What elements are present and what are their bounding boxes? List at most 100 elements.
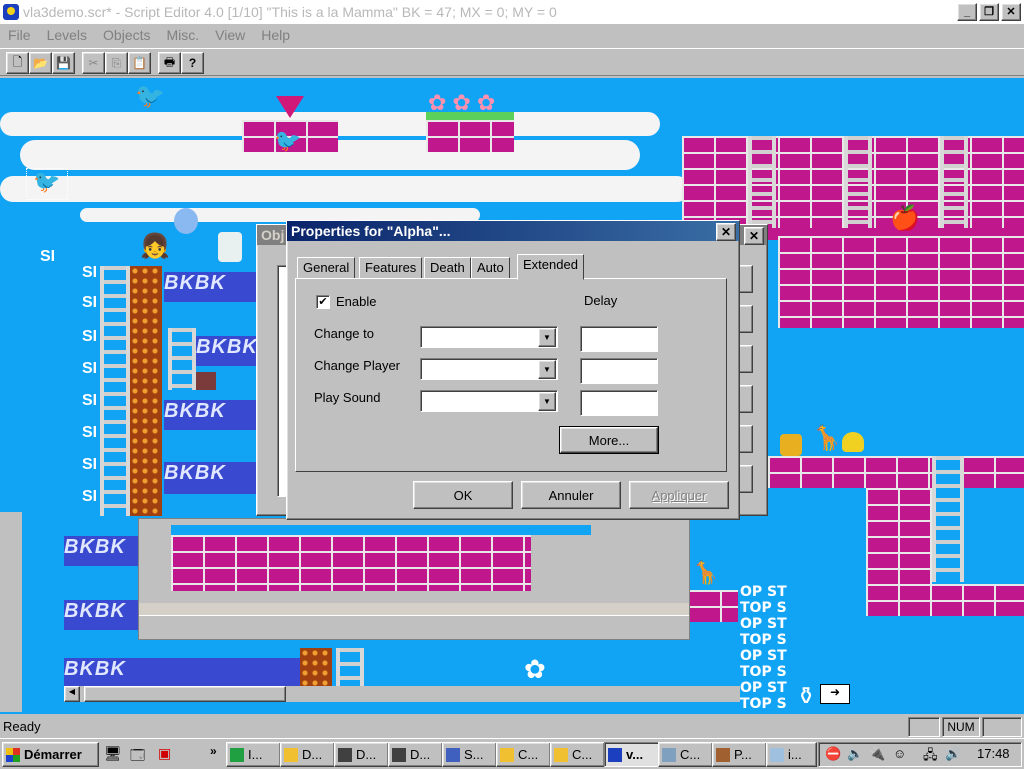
windows-logo-icon [6,747,20,762]
cut-icon[interactable]: ✂ [82,52,105,74]
desktop-icon[interactable]: 🖥 [104,745,122,762]
ladder [932,456,964,582]
save-icon[interactable]: 💾 [52,52,75,74]
play-sound-select[interactable]: ▼ [420,390,558,412]
quicklaunch-icon[interactable]: 🗔 [130,745,145,769]
change-to-select[interactable]: ▼ [420,326,558,348]
tab-death[interactable]: Death [424,257,471,278]
app-icon [3,4,19,20]
paste-icon[interactable]: 📋 [128,52,151,74]
brick-platform [688,590,738,622]
folder-icon [284,747,298,762]
brick-wall [171,535,531,591]
more-button[interactable]: More... [559,426,659,454]
print-icon[interactable]: 🖶 [158,52,181,74]
menu-objects[interactable]: Objects [95,27,158,43]
system-tray: ⛔ 🔈 🔌 ☺ 🖧 🔊 17:48 [818,742,1022,767]
play-sound-delay-input[interactable] [580,390,658,416]
apply-button[interactable]: Appliquer [629,481,729,509]
enable-checkbox[interactable]: ✔ [316,295,330,309]
chevron-down-icon[interactable]: ▼ [538,392,556,411]
title-bar: vla3demo.scr* - Script Editor 4.0 [1/10]… [0,0,1024,24]
help-icon[interactable]: ? [181,52,204,74]
chevron-down-icon[interactable]: ▼ [538,328,556,347]
scroll-thumb[interactable] [84,686,286,702]
network-icon[interactable]: 🖧 [923,746,938,768]
left-gutter [0,512,22,712]
ok-button[interactable]: OK [413,481,513,509]
task-button[interactable]: D... [280,742,335,767]
restore-button[interactable]: ❐ [979,3,999,21]
snake-tile: ЅI [82,264,98,281]
tab-extended[interactable]: Extended [517,254,584,280]
flowers: ✿✿✿ [428,90,502,115]
task-button[interactable]: S... [442,742,497,767]
volume-icon[interactable]: 🔈 [847,746,863,762]
task-button[interactable]: i... [766,742,817,767]
snake-tile: ЅI [82,488,98,505]
task-label: D... [302,747,323,762]
start-button[interactable]: Démarrer [2,742,99,767]
task-button[interactable]: C... [496,742,551,767]
open-icon[interactable]: 📂 [29,52,52,74]
task-button[interactable]: D... [388,742,443,767]
task-button[interactable]: P... [712,742,767,767]
cancel-button[interactable]: Annuler [521,481,621,509]
snake-tile: ЅI [82,360,98,377]
menu-misc[interactable]: Misc. [159,27,208,43]
scroll-left-icon[interactable]: ◀ [64,686,80,702]
menu-file[interactable]: File [0,27,39,43]
quicklaunch-icon[interactable]: ▣ [158,745,171,762]
snake-tile: ЅI [82,392,98,409]
chevron-down-icon[interactable]: ▼ [538,360,556,379]
menu-bar: File Levels Objects Misc. View Help [0,24,1024,46]
stop-tile-column: OP ST TOP S OP ST TOP S OP ST TOP S OP S… [740,584,787,712]
clock: 17:48 [977,746,1010,761]
selected-bird-object[interactable]: 🐦 [26,168,68,200]
stop-tile: OP ST [740,648,787,664]
apple-pickup: 🍎 [890,205,920,232]
task-button[interactable]: C... [550,742,605,767]
change-player-delay-input[interactable] [580,358,658,384]
enable-label: Enable [336,294,377,309]
bird-enemy: 🐦 [135,83,165,110]
task-label: S... [464,747,484,762]
minimize-button[interactable]: _ [957,3,977,21]
ladder [168,328,196,390]
task-label: i... [788,747,802,762]
tab-auto[interactable]: Auto [471,257,510,278]
task-button[interactable]: C... [658,742,713,767]
sky-strip [171,525,591,535]
copy-icon[interactable]: ⎘ [105,52,128,74]
task-button[interactable]: I... [226,742,281,767]
menu-levels[interactable]: Levels [39,27,95,43]
antivirus-icon[interactable]: ⛔ [825,746,841,762]
more-quicklaunch-icon[interactable]: » [210,744,217,758]
back-dialog-close-button[interactable]: ✕ [744,227,764,245]
tab-general[interactable]: General [297,257,356,278]
snake-tile: ЅI [82,456,98,473]
window-title: vla3demo.scr* - Script Editor 4.0 [1/10]… [23,4,557,20]
close-window-button[interactable]: ✕ [1001,3,1021,21]
new-icon[interactable]: 🗋 [6,52,29,74]
menu-view[interactable]: View [207,27,253,43]
status-bar: Ready NUM [0,716,1024,738]
speaker-icon[interactable]: 🔊 [945,746,961,762]
snake-tile: ЅI [82,294,98,311]
app-icon [608,747,622,762]
change-to-delay-input[interactable] [580,326,658,352]
dialog-close-button[interactable]: ✕ [716,223,736,241]
plug-icon[interactable]: 🔌 [869,746,885,762]
task-button[interactable]: D... [334,742,389,767]
control-panel-icon [662,747,676,762]
tab-features[interactable]: Features [359,257,423,278]
task-button-active[interactable]: v... [604,742,659,767]
nested-taskbar [139,615,689,638]
paint-icon [716,747,730,762]
brick-platform [426,120,514,152]
menu-help[interactable]: Help [253,27,298,43]
stop-tile: OP ST [740,616,787,632]
change-player-select[interactable]: ▼ [420,358,558,380]
horizontal-scrollbar[interactable]: ◀ [64,686,740,702]
smiley-icon[interactable]: ☺ [893,746,906,761]
